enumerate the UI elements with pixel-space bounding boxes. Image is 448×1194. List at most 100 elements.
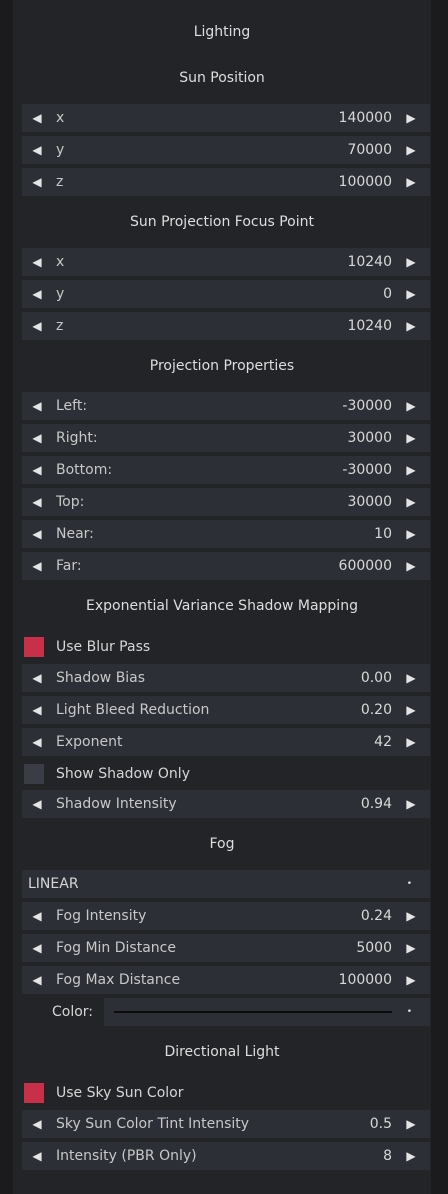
decrement-arrow-icon[interactable]: ◀ [28,456,46,484]
increment-arrow-icon[interactable]: ▶ [402,664,420,692]
increment-arrow-icon[interactable]: ▶ [402,1110,420,1138]
decrement-arrow-icon[interactable]: ◀ [28,1110,46,1138]
increment-arrow-icon[interactable]: ▶ [402,728,420,756]
decrement-arrow-icon[interactable]: ◀ [28,902,46,930]
increment-arrow-icon[interactable]: ▶ [402,424,420,452]
field-value[interactable]: 5000 [356,934,392,962]
field-value[interactable]: 30000 [347,424,392,452]
use-sky-sun-color-checkbox[interactable]: Use Sky Sun Color [22,1079,430,1107]
color-swatch[interactable]: • [104,998,430,1026]
increment-arrow-icon[interactable]: ▶ [402,248,420,276]
decrement-arrow-icon[interactable]: ◀ [28,488,46,516]
decrement-arrow-icon[interactable]: ◀ [28,934,46,962]
decrement-arrow-icon[interactable]: ◀ [28,424,46,452]
increment-arrow-icon[interactable]: ▶ [402,168,420,196]
field-label: Right: [56,430,98,446]
field-value[interactable]: 8 [383,1142,392,1170]
field-value[interactable]: 0.00 [361,664,392,692]
increment-arrow-icon[interactable]: ▶ [402,456,420,484]
fog-color-picker[interactable]: Color: • [22,998,430,1026]
decrement-arrow-icon[interactable]: ◀ [28,1142,46,1170]
exponent-slider[interactable]: ◀ Exponent 42 ▶ [22,728,430,756]
show-shadow-only-checkbox[interactable]: Show Shadow Only [22,760,430,788]
pbr-intensity-slider[interactable]: ◀ Intensity (PBR Only) 8 ▶ [22,1142,430,1170]
projection-top-slider[interactable]: ◀ Top: 30000 ▶ [22,488,430,516]
field-value[interactable]: 600000 [339,552,392,580]
field-value[interactable]: 10240 [347,248,392,276]
light-bleed-reduction-slider[interactable]: ◀ Light Bleed Reduction 0.20 ▶ [22,696,430,724]
use-blur-pass-checkbox[interactable]: Use Blur Pass [22,633,430,661]
sun-position-y-slider[interactable]: ◀ y 70000 ▶ [22,136,430,164]
field-value[interactable]: 0 [383,280,392,308]
increment-arrow-icon[interactable]: ▶ [402,934,420,962]
field-value[interactable]: 0.5 [370,1110,392,1138]
increment-arrow-icon[interactable]: ▶ [402,1142,420,1170]
decrement-arrow-icon[interactable]: ◀ [28,136,46,164]
increment-arrow-icon[interactable]: ▶ [402,520,420,548]
checkbox-checked-icon[interactable] [24,1083,44,1103]
decrement-arrow-icon[interactable]: ◀ [28,248,46,276]
increment-arrow-icon[interactable]: ▶ [402,488,420,516]
field-value[interactable]: 70000 [347,136,392,164]
sun-focus-y-slider[interactable]: ◀ y 0 ▶ [22,280,430,308]
increment-arrow-icon[interactable]: ▶ [402,104,420,132]
decrement-arrow-icon[interactable]: ◀ [28,312,46,340]
projection-bottom-slider[interactable]: ◀ Bottom: -30000 ▶ [22,456,430,484]
field-value[interactable]: 100000 [339,168,392,196]
increment-arrow-icon[interactable]: ▶ [402,392,420,420]
fog-mode-dropdown[interactable]: LINEAR • [22,870,430,898]
dropdown-indicator-icon[interactable]: • [407,870,412,898]
field-value[interactable]: -30000 [342,456,392,484]
decrement-arrow-icon[interactable]: ◀ [28,696,46,724]
decrement-arrow-icon[interactable]: ◀ [28,392,46,420]
fog-min-distance-slider[interactable]: ◀ Fog Min Distance 5000 ▶ [22,934,430,962]
sun-focus-x-slider[interactable]: ◀ x 10240 ▶ [22,248,430,276]
field-value[interactable]: -30000 [342,392,392,420]
dropdown-indicator-icon[interactable]: • [407,998,412,1026]
shadow-bias-slider[interactable]: ◀ Shadow Bias 0.00 ▶ [22,664,430,692]
increment-arrow-icon[interactable]: ▶ [402,790,420,818]
increment-arrow-icon[interactable]: ▶ [402,966,420,994]
fog-max-distance-slider[interactable]: ◀ Fog Max Distance 100000 ▶ [22,966,430,994]
field-value[interactable]: 30000 [347,488,392,516]
sky-sun-tint-intensity-slider[interactable]: ◀ Sky Sun Color Tint Intensity 0.5 ▶ [22,1110,430,1138]
sun-focus-z-slider[interactable]: ◀ z 10240 ▶ [22,312,430,340]
decrement-arrow-icon[interactable]: ◀ [28,664,46,692]
field-value[interactable]: 0.20 [361,696,392,724]
decrement-arrow-icon[interactable]: ◀ [28,728,46,756]
decrement-arrow-icon[interactable]: ◀ [28,280,46,308]
projection-left-slider[interactable]: ◀ Left: -30000 ▶ [22,392,430,420]
decrement-arrow-icon[interactable]: ◀ [28,552,46,580]
field-value[interactable]: 100000 [339,966,392,994]
field-value[interactable]: 10240 [347,312,392,340]
field-value[interactable]: 10 [374,520,392,548]
checkbox-unchecked-icon[interactable] [24,764,44,784]
projection-far-slider[interactable]: ◀ Far: 600000 ▶ [22,552,430,580]
shadow-intensity-slider[interactable]: ◀ Shadow Intensity 0.94 ▶ [22,790,430,818]
section-projection: Projection Properties [149,358,295,374]
decrement-arrow-icon[interactable]: ◀ [28,104,46,132]
field-value[interactable]: 140000 [339,104,392,132]
decrement-arrow-icon[interactable]: ◀ [28,966,46,994]
section-fog: Fog [209,836,235,852]
increment-arrow-icon[interactable]: ▶ [402,280,420,308]
increment-arrow-icon[interactable]: ▶ [402,312,420,340]
sun-position-x-slider[interactable]: ◀ x 140000 ▶ [22,104,430,132]
projection-near-slider[interactable]: ◀ Near: 10 ▶ [22,520,430,548]
sun-position-z-slider[interactable]: ◀ z 100000 ▶ [22,168,430,196]
field-value[interactable]: 42 [374,728,392,756]
decrement-arrow-icon[interactable]: ◀ [28,790,46,818]
decrement-arrow-icon[interactable]: ◀ [28,520,46,548]
increment-arrow-icon[interactable]: ▶ [402,552,420,580]
fog-intensity-slider[interactable]: ◀ Fog Intensity 0.24 ▶ [22,902,430,930]
increment-arrow-icon[interactable]: ▶ [402,136,420,164]
field-value[interactable]: 0.24 [361,902,392,930]
increment-arrow-icon[interactable]: ▶ [402,696,420,724]
section-directional-light: Directional Light [164,1044,280,1060]
increment-arrow-icon[interactable]: ▶ [402,902,420,930]
checkbox-checked-icon[interactable] [24,637,44,657]
field-value[interactable]: 0.94 [361,790,392,818]
decrement-arrow-icon[interactable]: ◀ [28,168,46,196]
projection-right-slider[interactable]: ◀ Right: 30000 ▶ [22,424,430,452]
field-label: z [56,174,64,190]
